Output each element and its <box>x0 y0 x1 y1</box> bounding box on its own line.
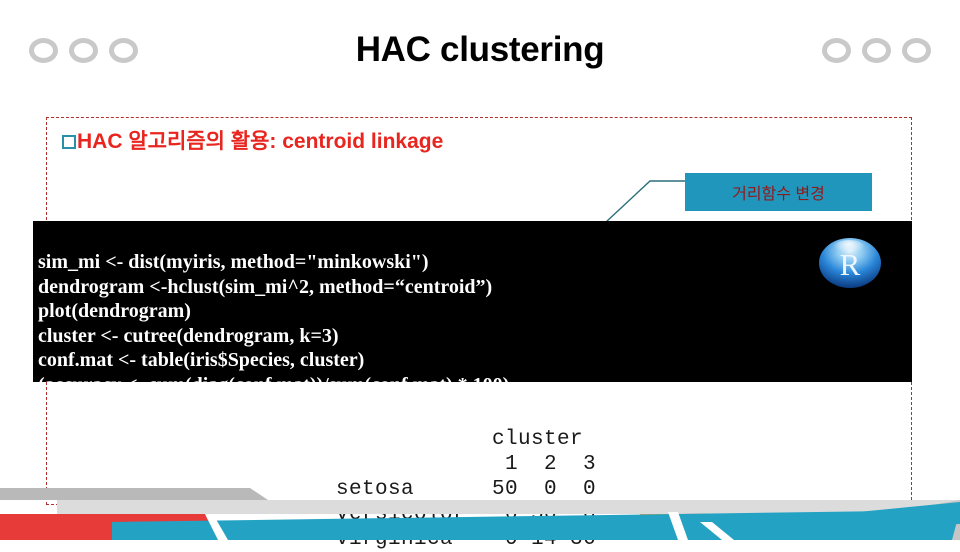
bottom-decoration-bar <box>0 488 960 540</box>
slide-header: HAC clustering <box>0 0 960 104</box>
code-block: sim_mi <- dist(myiris, method="minkowski… <box>33 221 912 382</box>
subheading-english: centroid linkage <box>282 130 444 153</box>
svg-text:R: R <box>840 247 861 282</box>
page-title: HAC clustering <box>355 30 605 69</box>
decorative-rings-right <box>822 38 931 63</box>
section-subheading: HAC 알고리즘의 활용: centroid linkage <box>62 128 443 156</box>
r-logo-icon: R <box>819 238 881 288</box>
subheading-korean: HAC 알고리즘의 활용 <box>77 130 270 153</box>
ring-icon <box>862 38 891 63</box>
square-bullet-icon <box>62 135 76 149</box>
callout-label: 거리함수 변경 <box>732 186 825 203</box>
subheading-separator: : <box>269 130 283 153</box>
code-text: sim_mi <- dist(myiris, method="minkowski… <box>38 251 509 382</box>
ring-icon <box>822 38 851 63</box>
callout-box: 거리함수 변경 <box>685 173 872 211</box>
ring-icon <box>902 38 931 63</box>
